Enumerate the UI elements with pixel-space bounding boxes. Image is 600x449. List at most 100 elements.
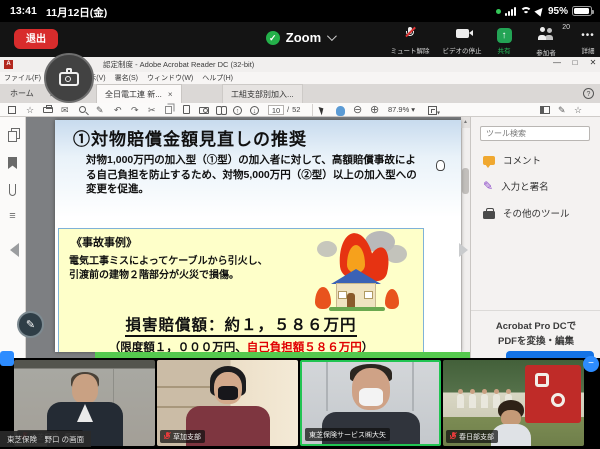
select-pointer-icon[interactable] xyxy=(320,104,324,116)
menu-window[interactable]: ウィンドウ(W) xyxy=(147,73,193,83)
paste-clipboard-icon[interactable] xyxy=(183,104,190,116)
zoom-chat-chip-icon[interactable] xyxy=(0,351,14,366)
slide-body-text: 対物1,000万円の加入型（①型）の加入者に対して、高額賠償事故によ る自己負担… xyxy=(86,153,417,197)
location-arrow-icon xyxy=(534,5,545,16)
case-example-box: 《事故事例》 電気工事ミスによってケーブルから引火し、 引渡前の建物２階部分が火… xyxy=(58,228,424,352)
doc-tab-active[interactable]: 全日電工連 新...× xyxy=(96,84,182,103)
participant-name: 春日部支部 xyxy=(459,432,494,442)
scrollbar-thumb[interactable] xyxy=(462,168,469,194)
previous-page-icon[interactable]: ↑ xyxy=(233,104,242,116)
menu-file[interactable]: ファイル(F) xyxy=(4,73,41,83)
undo-icon[interactable]: ↶ xyxy=(114,104,122,116)
next-page-arrow[interactable] xyxy=(459,243,468,257)
share-region-border xyxy=(95,352,470,358)
house-window xyxy=(338,291,347,299)
name-tag: 東芝保険サービス㈱大矢 xyxy=(305,428,390,441)
name-tag: 草加支部 xyxy=(160,430,205,443)
annotate-pen-icon[interactable]: ✎ xyxy=(558,104,566,116)
redo-icon[interactable]: ↷ xyxy=(131,104,139,116)
screenshot-camera-overlay-button[interactable] xyxy=(44,53,94,103)
participant-name: 草加支部 xyxy=(173,432,201,442)
page-thumbnails-icon[interactable] xyxy=(8,131,17,142)
mic-muted-icon xyxy=(406,27,414,38)
zoom-out-icon[interactable]: ⊖ xyxy=(353,104,362,116)
unmute-label: ミュート解除 xyxy=(384,45,436,55)
acrobat-promo-line2: PDFを変換・編集 xyxy=(471,333,600,347)
annotation-pencil-button[interactable]: ✎ xyxy=(17,311,44,338)
window-close-button[interactable]: ✕ xyxy=(586,58,600,67)
help-icon[interactable]: ? xyxy=(583,88,594,99)
hand-cursor xyxy=(436,160,445,171)
prev-page-arrow[interactable] xyxy=(10,243,19,257)
favorite-star-icon[interactable]: ☆ xyxy=(26,104,34,116)
more-label: 詳細 xyxy=(562,45,600,55)
find-binoculars-icon[interactable] xyxy=(216,104,227,116)
doc-tab-inactive[interactable]: 工組支部別加入... xyxy=(222,84,303,103)
scroll-up-icon[interactable]: ▲ xyxy=(461,117,470,128)
sidebar-divider xyxy=(471,310,600,311)
face-mask-black xyxy=(218,386,238,400)
more-button[interactable]: ••• 詳細 xyxy=(562,25,600,55)
video-tile-oya-active-speaker[interactable]: 東芝保険サービス㈱大矢 xyxy=(300,360,441,446)
layers-icon[interactable]: ≡ xyxy=(9,211,15,221)
video-thumbnail-strip: 東芝保険 野口 草加支部 東芝保険サービス㈱大矢 xyxy=(0,358,600,449)
smoke-cloud xyxy=(317,241,337,257)
panel-toggle-icon[interactable] xyxy=(540,104,550,116)
bookmarks-icon[interactable] xyxy=(8,157,17,169)
email-icon[interactable]: ✉ xyxy=(61,104,69,116)
scrollbar-track[interactable] xyxy=(461,117,470,358)
fit-page-icon[interactable]: ▾ xyxy=(428,104,440,116)
page-number-input[interactable]: 10 xyxy=(268,105,284,115)
zoom-in-icon[interactable]: ⊕ xyxy=(370,104,379,116)
next-page-icon[interactable]: ↓ xyxy=(250,104,259,116)
attachments-icon[interactable] xyxy=(9,184,16,196)
pdf-page: ①対物賠償金額見直しの推奨 対物1,000万円の加入型（①型）の加入者に対して、… xyxy=(55,120,461,352)
fill-sign-pen-icon: ✎ xyxy=(483,180,493,192)
mic-off-icon xyxy=(450,432,456,441)
sidebar-item-more-tools[interactable]: その他のツール xyxy=(483,206,570,220)
tab-close-icon[interactable]: × xyxy=(168,90,173,99)
fill-sign-label: 入力と署名 xyxy=(501,179,549,193)
battery-icon xyxy=(572,6,592,16)
share-screen-icon: ↑ xyxy=(497,28,512,43)
promo-button-partial[interactable] xyxy=(506,351,594,358)
tools-star-icon[interactable]: ☆ xyxy=(574,104,582,116)
collapse-thumbnails-button[interactable]: − xyxy=(583,356,599,372)
window-minimize-button[interactable]: — xyxy=(550,58,564,67)
grass xyxy=(329,307,385,311)
sign-pen-icon[interactable]: ✎ xyxy=(96,104,104,116)
comment-bubble-icon xyxy=(483,156,495,165)
mic-active-dot-icon xyxy=(496,9,501,14)
video-tile-soka[interactable]: 草加支部 xyxy=(157,360,298,446)
hand-tool-icon[interactable] xyxy=(336,104,345,116)
tools-sidebar: コメント ✎ 入力と署名 その他のツール Acrobat Pro DCで PDF… xyxy=(470,117,600,358)
cut-icon[interactable]: ✂ xyxy=(148,104,156,116)
damage-amount-line: 損害賠償額：約１，５８６万円 xyxy=(59,313,423,335)
tool-search-input[interactable] xyxy=(480,126,590,141)
page-separator: / xyxy=(287,105,289,114)
snapshot-camera-icon[interactable] xyxy=(199,104,209,116)
zoom-app-name: Zoom xyxy=(286,30,321,45)
acrobat-app-icon: A xyxy=(4,60,13,69)
case-box-text: 電気工事ミスによってケーブルから引火し、 引渡前の建物２階部分が火災で損傷。 xyxy=(69,255,268,282)
cell-signal-icon xyxy=(505,7,516,16)
tab-home[interactable]: ホーム xyxy=(2,84,42,103)
menu-help[interactable]: ヘルプ(H) xyxy=(202,73,233,83)
menu-sign[interactable]: 署名(S) xyxy=(115,73,138,83)
window-maximize-button[interactable]: □ xyxy=(568,58,582,67)
zoom-level-field[interactable]: 87.9% ▾ xyxy=(388,105,415,114)
sidebar-item-comment[interactable]: コメント xyxy=(483,153,541,167)
limit-line: （限度額１，０００万円、自己負担額５８６万円） xyxy=(59,339,423,352)
status-icons: 95% xyxy=(496,4,592,18)
save-icon[interactable] xyxy=(8,104,16,116)
name-tag: 春日部支部 xyxy=(446,430,498,443)
video-camera-icon xyxy=(456,29,469,38)
video-tile-kasukabe[interactable]: 春日部支部 xyxy=(443,360,584,446)
wifi-icon xyxy=(520,7,532,16)
sidebar-item-fill-sign[interactable]: ✎ 入力と署名 xyxy=(483,179,549,193)
print-icon[interactable] xyxy=(43,104,53,116)
search-icon[interactable] xyxy=(79,104,86,116)
unmute-button[interactable]: ミュート解除 xyxy=(384,25,436,55)
copy-icon[interactable] xyxy=(165,104,172,116)
ellipsis-icon: ••• xyxy=(581,28,595,43)
